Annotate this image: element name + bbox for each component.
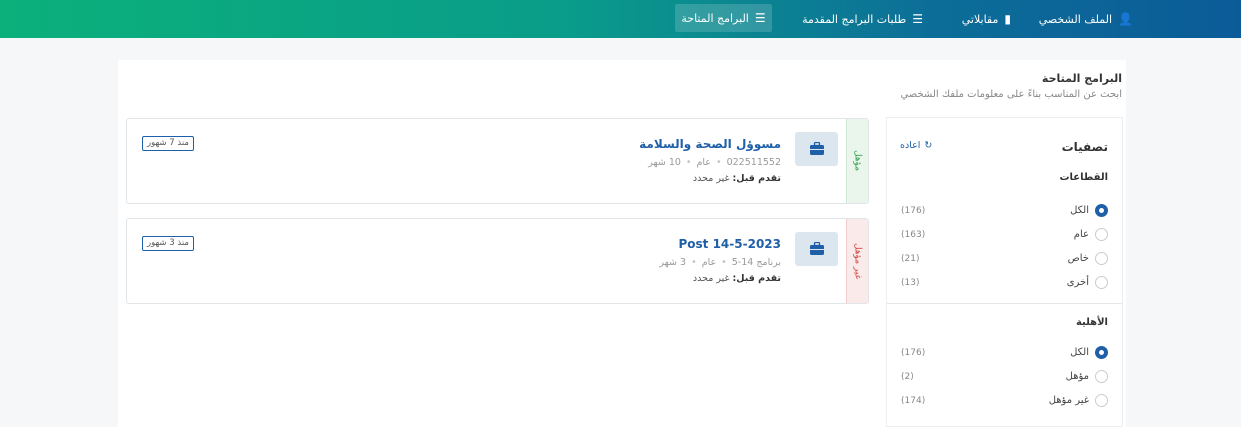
- apply-before-label: تقدم قبل:: [732, 273, 781, 284]
- filter-option-eligibility-eligible[interactable]: مؤهل (2): [887, 368, 1122, 386]
- separator-dot: •: [685, 157, 692, 168]
- filter-option-sector-public[interactable]: عام (163): [887, 226, 1122, 244]
- radio-button[interactable]: [1095, 276, 1108, 289]
- user-icon: 👤: [1118, 12, 1133, 26]
- radio-button[interactable]: [1095, 394, 1108, 407]
- list-icon: ☰: [754, 11, 766, 25]
- nav-interviews-label: مقابلاتي: [961, 12, 999, 26]
- filter-option-sector-private[interactable]: خاص (21): [887, 250, 1122, 268]
- option-count: (174): [901, 396, 926, 406]
- program-title[interactable]: مسوؤل الصحة والسلامة: [639, 137, 781, 151]
- separator-dot: •: [715, 157, 722, 168]
- option-label: مؤهل: [1065, 371, 1089, 382]
- apply-before-value: غير محدد: [692, 173, 730, 184]
- program-duration: 10 شهر: [648, 157, 681, 168]
- page-title: البرامج المتاحة: [1041, 72, 1122, 85]
- eligibility-title: الأهلية: [1075, 317, 1108, 328]
- program-sector: عام: [696, 157, 711, 168]
- option-label: عام: [1073, 229, 1089, 240]
- briefcase-icon: ▮: [1004, 12, 1011, 26]
- program-card[interactable]: مؤهل مسوؤل الصحة والسلامة 022511552 • عا…: [126, 118, 869, 204]
- apply-before-label: تقدم قبل:: [732, 173, 781, 184]
- briefcase-icon: [795, 232, 838, 266]
- radio-button[interactable]: [1095, 252, 1108, 265]
- nav-requests-label: طلبات البرامج المقدمة: [802, 12, 907, 26]
- nav-interviews[interactable]: ▮ مقابلاتي: [962, 0, 1011, 38]
- separator-dot: •: [721, 257, 727, 268]
- status-label: غير مؤهل: [852, 242, 863, 280]
- filter-option-sector-all[interactable]: الكل (176): [887, 202, 1122, 220]
- option-label: الكل: [1070, 205, 1089, 216]
- radio-button[interactable]: [1095, 228, 1108, 241]
- option-count: (13): [901, 278, 920, 288]
- apply-before: تقدم قبل: غير محدد: [693, 173, 781, 184]
- reset-icon: ↻: [924, 140, 933, 151]
- filter-option-sector-other[interactable]: أخرى (13): [887, 274, 1122, 292]
- page-subtitle: ابحث عن المناسب بناءً على معلومات ملفك ا…: [900, 89, 1122, 100]
- option-label: أخرى: [1066, 277, 1089, 288]
- posted-badge: منذ 7 شهور: [142, 136, 194, 151]
- reset-label: اعاده: [900, 140, 921, 151]
- program-meta: برنامج 14-5 • عام • 3 شهر: [659, 257, 781, 268]
- nav-requests[interactable]: ☰ طلبات البرامج المقدمة: [802, 0, 923, 38]
- option-count: (176): [901, 206, 926, 216]
- briefcase-icon: [795, 132, 838, 166]
- filters-title: تصفيات: [1061, 140, 1108, 154]
- program-code: برنامج 14-5: [731, 257, 781, 268]
- option-label: الكل: [1070, 347, 1089, 358]
- program-meta: 022511552 • عام • 10 شهر: [648, 157, 781, 168]
- option-label: غير مؤهل: [1048, 395, 1089, 406]
- option-label: خاص: [1067, 253, 1089, 264]
- nav-programs-label: البرامج المتاحة: [681, 11, 749, 25]
- sectors-title: القطاعات: [1059, 172, 1108, 183]
- posted-badge: منذ 3 شهور: [142, 236, 194, 251]
- list-numbered-icon: ☰: [912, 12, 923, 26]
- nav-profile[interactable]: 👤 الملف الشخصي: [1039, 0, 1133, 38]
- option-count: (2): [901, 372, 914, 382]
- radio-button[interactable]: [1095, 346, 1108, 359]
- program-code: 022511552: [726, 157, 781, 168]
- reset-button[interactable]: ↻ اعاده: [900, 140, 932, 151]
- program-sector: عام: [701, 257, 717, 268]
- status-strip-not-eligible: غير مؤهل: [846, 219, 868, 303]
- filters-panel: تصفيات ↻ اعاده القطاعات الكل (176) عام (…: [886, 117, 1123, 427]
- program-duration: 3 شهر: [659, 257, 687, 268]
- apply-before: تقدم قبل: غير محدد: [693, 273, 781, 284]
- apply-before-value: غير محدد: [692, 273, 730, 284]
- filter-option-eligibility-not-eligible[interactable]: غير مؤهل (174): [887, 392, 1122, 410]
- program-card[interactable]: غير مؤهل Post 14-5-2023 برنامج 14-5 • عا…: [126, 218, 869, 304]
- nav-programs[interactable]: ☰ البرامج المتاحة: [675, 4, 772, 32]
- radio-button[interactable]: [1095, 370, 1108, 383]
- status-strip-eligible: مؤهل: [846, 119, 868, 203]
- status-label: مؤهل: [852, 150, 863, 172]
- nav-profile-label: الملف الشخصي: [1038, 12, 1113, 26]
- option-count: (176): [901, 348, 926, 358]
- option-count: (21): [901, 254, 920, 264]
- program-title[interactable]: Post 14-5-2023: [678, 237, 781, 251]
- option-count: (163): [901, 230, 926, 240]
- radio-button[interactable]: [1095, 204, 1108, 217]
- divider: [887, 303, 1122, 304]
- filter-option-eligibility-all[interactable]: الكل (176): [887, 344, 1122, 362]
- separator-dot: •: [691, 257, 697, 268]
